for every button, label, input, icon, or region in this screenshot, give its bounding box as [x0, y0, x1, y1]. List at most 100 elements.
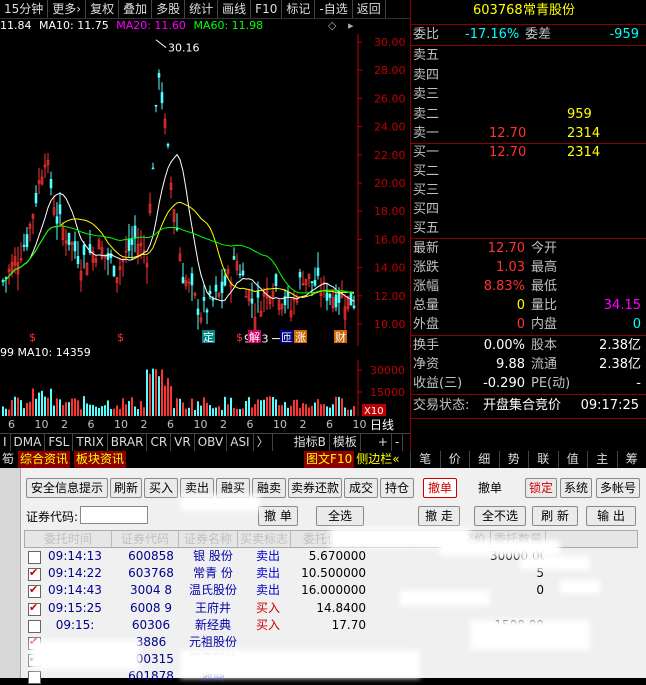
- indicator-tab-10[interactable]: 指标B: [291, 434, 330, 452]
- quote-tab-4[interactable]: 联: [528, 451, 558, 468]
- quote-tab-0[interactable]: 笔: [410, 451, 440, 468]
- event-marker[interactable]: 定: [203, 330, 214, 344]
- toolbar-item-0[interactable]: 15分钟: [0, 0, 48, 18]
- info-tab-2[interactable]: 板块资讯: [74, 451, 126, 468]
- indicator-tab-7[interactable]: OBV: [195, 434, 228, 452]
- volume-bar: [14, 397, 16, 416]
- volume-bar: [122, 398, 124, 416]
- quote-tab-7[interactable]: 筹: [617, 451, 646, 468]
- indicator-tab-5[interactable]: CR: [147, 434, 171, 452]
- indicator-tab-13[interactable]: -: [392, 434, 403, 452]
- toolbar-item-9[interactable]: -自选: [315, 0, 352, 18]
- volume-bar: [56, 398, 58, 416]
- order-row[interactable]: 09:14:433004 8温氏股份卖出16.0000000: [24, 582, 636, 599]
- kline-chart[interactable]: 30.0028.0026.0024.0022.0020.0018.0016.00…: [0, 34, 410, 346]
- volume-bar: [323, 404, 325, 416]
- lock-button[interactable]: 锁定: [525, 478, 557, 498]
- cancel-order-tab[interactable]: 撤单: [423, 478, 457, 498]
- info-tab-3[interactable]: 图文F10: [304, 451, 354, 468]
- stat-label: 流通: [531, 355, 557, 374]
- cancel-selected-button[interactable]: 撤 走: [418, 506, 460, 526]
- indicator-tab-4[interactable]: BRAR: [108, 434, 148, 452]
- toolbar-item-6[interactable]: 画线: [218, 0, 251, 18]
- chevron-right-icon[interactable]: ▸: [348, 19, 354, 32]
- trade-button-1[interactable]: 刷新: [110, 478, 142, 498]
- toolbar-item-7[interactable]: F10: [251, 0, 282, 18]
- volume-bar: [107, 400, 109, 416]
- export-button[interactable]: 输 出: [586, 506, 636, 526]
- toolbar-item-3[interactable]: 叠加: [119, 0, 152, 18]
- indicator-tab-0[interactable]: I: [0, 434, 11, 452]
- column-header[interactable]: 买卖标志: [238, 531, 291, 547]
- code-input[interactable]: [80, 506, 148, 524]
- order-row[interactable]: 09:15:256008 9王府井买入14.8400: [24, 600, 636, 617]
- deselect-all-button[interactable]: 全不选: [474, 506, 526, 526]
- quote-tab-5[interactable]: 值: [558, 451, 588, 468]
- quote-tab-1[interactable]: 价: [440, 451, 470, 468]
- indicator-tab-12[interactable]: +: [375, 434, 392, 452]
- quote-tab-6[interactable]: 主: [587, 451, 617, 468]
- system-button[interactable]: 系统: [560, 478, 592, 498]
- toolbar-item-4[interactable]: 多股: [152, 0, 185, 18]
- indicator-tab-3[interactable]: TRIX: [73, 434, 107, 452]
- trade-button-7[interactable]: 成交: [344, 478, 378, 498]
- row-checkbox[interactable]: [28, 585, 41, 598]
- indicator-tab-2[interactable]: FSL: [45, 434, 73, 452]
- volume-bar: [284, 402, 286, 416]
- row-checkbox[interactable]: [28, 551, 41, 564]
- trade-button-8[interactable]: 持仓: [380, 478, 414, 498]
- indicator-tab-11[interactable]: 模板: [330, 434, 361, 452]
- candle-body: [134, 226, 136, 238]
- volume-bar: [161, 369, 163, 416]
- volume-bar: [233, 408, 235, 416]
- toolbar-item-10[interactable]: 返回: [353, 0, 386, 18]
- event-marker[interactable]: 财: [335, 330, 346, 344]
- period-label[interactable]: 日线: [370, 418, 394, 432]
- event-marker[interactable]: $: [117, 331, 124, 344]
- refresh-button[interactable]: 刷 新: [532, 506, 578, 526]
- buy-level-row: 买三: [413, 181, 645, 200]
- cell-side: 买入: [242, 617, 294, 634]
- trade-button-6[interactable]: 卖券还款: [288, 478, 342, 498]
- trade-button-2[interactable]: 买入: [144, 478, 178, 498]
- volume-chart[interactable]: 3000015000X10: [0, 360, 410, 416]
- volume-bar: [191, 399, 193, 416]
- volume-bar: [320, 404, 322, 416]
- event-marker[interactable]: $: [29, 331, 36, 344]
- event-marker[interactable]: 匝: [281, 331, 292, 344]
- info-tab-4[interactable]: 侧边栏«: [354, 451, 401, 468]
- column-header[interactable]: 证券代码: [112, 531, 179, 547]
- indicator-tab-9[interactable]: 〉: [254, 434, 273, 452]
- volume-bar: [212, 408, 214, 416]
- event-marker[interactable]: 涨: [295, 331, 306, 344]
- volume-bar: [20, 400, 22, 416]
- multi-account-button[interactable]: 多帐号: [596, 478, 640, 498]
- row-checkbox[interactable]: [28, 568, 41, 581]
- diamond-icon[interactable]: ◇: [328, 19, 336, 32]
- toolbar-item-8[interactable]: 标记: [282, 0, 315, 18]
- event-marker[interactable]: 解: [249, 330, 260, 344]
- quote-tab-3[interactable]: 势: [499, 451, 529, 468]
- info-tab-0[interactable]: 筍: [0, 451, 16, 468]
- price-tick-label: 24.00: [374, 121, 406, 134]
- indicator-tab-6[interactable]: VR: [171, 434, 195, 452]
- volume-bar: [227, 404, 229, 416]
- volume-bar: [83, 396, 85, 416]
- trade-button-0[interactable]: 安全信息提示: [26, 478, 108, 498]
- select-all-button[interactable]: 全选: [316, 506, 364, 526]
- volume-bar: [260, 400, 262, 416]
- toolbar-item-2[interactable]: 复权: [86, 0, 119, 18]
- toolbar-item-1[interactable]: 更多›: [48, 0, 86, 18]
- row-checkbox[interactable]: [28, 620, 41, 633]
- indicator-tab-8[interactable]: ASI: [227, 434, 253, 452]
- indicator-tab-1[interactable]: DMA: [11, 434, 46, 452]
- quote-tab-2[interactable]: 细: [469, 451, 499, 468]
- row-checkbox[interactable]: [28, 603, 41, 616]
- column-header[interactable]: 证券名称: [179, 531, 238, 547]
- query-button[interactable]: 撤 单: [258, 506, 298, 526]
- column-header[interactable]: 委托时间: [25, 531, 112, 547]
- indicator-tabs: IDMAFSLTRIXBRARCRVROBVASI〉指标B模板 +-: [0, 433, 410, 452]
- event-marker[interactable]: $: [236, 331, 243, 344]
- info-tab-1[interactable]: 综合资讯: [18, 451, 70, 468]
- toolbar-item-5[interactable]: 统计: [185, 0, 218, 18]
